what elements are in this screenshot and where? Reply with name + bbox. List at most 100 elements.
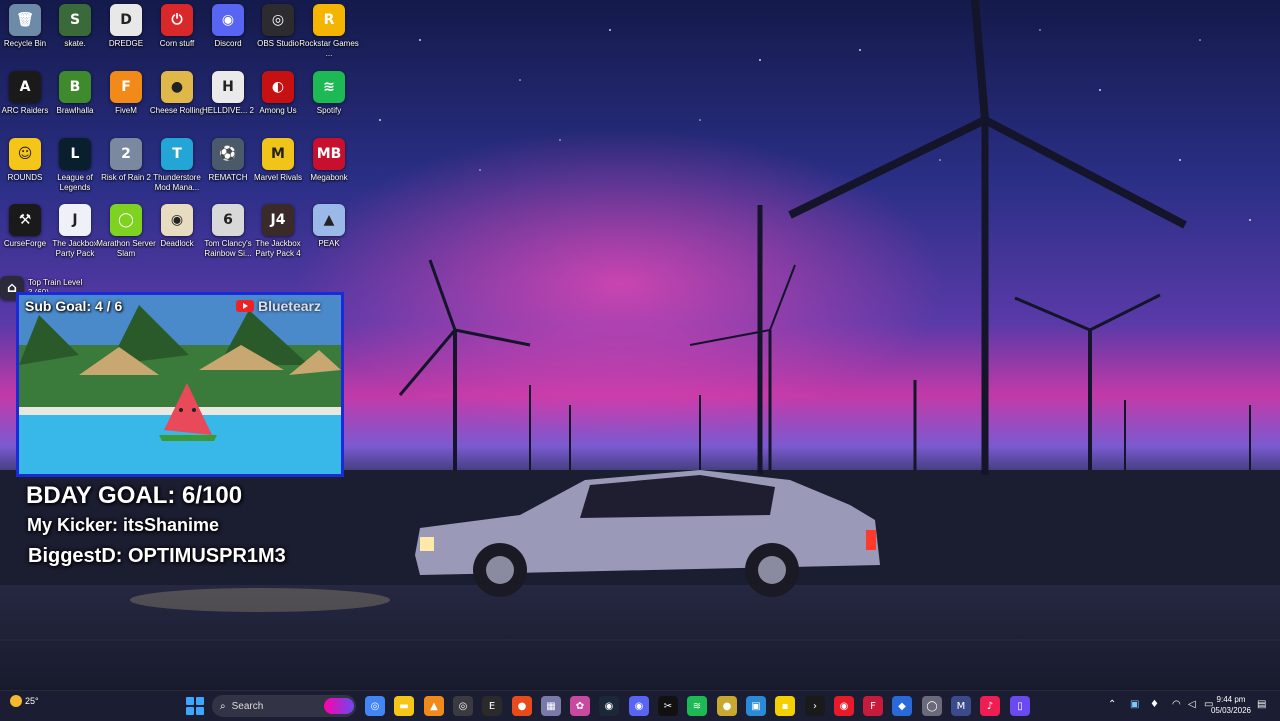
app-icon: B — [59, 71, 91, 103]
microphone-icon[interactable]: ♦ — [1150, 699, 1159, 710]
chrome-icon[interactable]: ◎ — [365, 696, 385, 716]
desktop-icon[interactable]: 6 Tom Clancy's Rainbow Si... — [203, 204, 253, 268]
desktop-icon[interactable]: ◐ Among Us — [253, 71, 303, 135]
app-icon: T — [161, 138, 193, 170]
app-icon: MB — [313, 138, 345, 170]
epic-games-icon[interactable]: E — [482, 696, 502, 716]
phone-link-icon[interactable]: ▯ — [1010, 696, 1030, 716]
megabonk-app-icon[interactable]: M — [951, 696, 971, 716]
desktop-icon[interactable]: M Marvel Rivals — [253, 138, 303, 202]
tray-app-icon[interactable]: ▣ — [1130, 699, 1139, 710]
channel-name: Bluetearz — [257, 298, 321, 314]
desktop-icon[interactable]: ⚽ REMATCH — [203, 138, 253, 202]
app-icon: ⏻ — [161, 4, 193, 36]
desktop-icon[interactable]: Sskate. — [50, 4, 100, 68]
app-icon: ◉ — [161, 204, 193, 236]
app-icon: M — [262, 138, 294, 170]
spiral-app-icon[interactable]: ✿ — [570, 696, 590, 716]
app-icon: ◐ — [262, 71, 294, 103]
record-icon[interactable]: ◉ — [834, 696, 854, 716]
desktop-icon[interactable]: 🗑 Recycle Bin — [0, 4, 50, 68]
app-icon: ≋ — [313, 71, 345, 103]
app-icon: ● — [161, 71, 193, 103]
discord-icon[interactable]: ◉ — [629, 696, 649, 716]
app-icon: ◉ — [212, 4, 244, 36]
app-icon: A — [9, 71, 41, 103]
kicker-text: My Kicker: itsShanime — [27, 515, 220, 535]
taskbar-search[interactable]: ⌕ Search — [212, 695, 356, 717]
volume-icon[interactable]: ◁ — [1188, 699, 1196, 710]
weather-temperature: 25° — [25, 696, 39, 706]
desktop-icon-label: Megabonk — [310, 173, 348, 182]
desktop-icon[interactable]: L League of Legends — [50, 138, 100, 202]
wifi-icon[interactable]: ◠ — [1172, 699, 1181, 710]
spotify-icon[interactable]: ≋ — [687, 696, 707, 716]
app-icon: ⚽ — [212, 138, 244, 170]
app-icon: ☺ — [9, 138, 41, 170]
capcut-icon[interactable]: ✂ — [658, 696, 678, 716]
desktop-icon[interactable]: T Thunderstore Mod Mana... — [152, 138, 202, 202]
desktop-icon[interactable]: R Rockstar Games ... — [299, 4, 359, 68]
app-icon: 🗑 — [9, 4, 41, 36]
app-icon: J — [59, 204, 91, 236]
stream-video-overlay: Sub Goal: 4 / 6 Bluetearz — [16, 292, 344, 477]
clock-time: 9:44 pm — [1216, 695, 1246, 704]
f-app-icon[interactable]: F — [863, 696, 883, 716]
taskbar: 25° ⌕ Search ◎ ▬ ▲ ◎ E ● ▦ ✿ ◉ ◉ ✂ ≋ ● ▣ ▪ › ◉ F ◆ ◯ M ♪ ▯ ⌃ ▣… — [0, 690, 1280, 721]
desktop-icon[interactable]: 2 Risk of Rain 2 — [101, 138, 151, 202]
desktop-icon-label: Spotify — [316, 106, 342, 115]
desktop-icon[interactable]: D DREDGE — [101, 4, 151, 68]
photos-icon[interactable]: ▣ — [746, 696, 766, 716]
search-icon: ⌕ — [220, 700, 226, 712]
desktop-icon[interactable]: ◎ OBS Studio — [253, 4, 303, 68]
notification-icon[interactable]: ▤ — [1257, 699, 1266, 710]
terminal-icon[interactable]: › — [805, 696, 825, 716]
app-icon: 6 — [212, 204, 244, 236]
app-icon: ⚒ — [9, 204, 41, 236]
pool-scene-image — [19, 295, 341, 474]
app-icon: F — [110, 71, 142, 103]
app-icon: D — [110, 4, 142, 36]
desktop-icon[interactable]: F FiveM — [101, 71, 151, 135]
desktop-icon[interactable]: ● Cheese Rolling — [150, 71, 204, 135]
chevron-up-icon[interactable]: ⌃ — [1108, 699, 1116, 710]
sub-goal-counter: Sub Goal: 4 / 6 — [25, 298, 123, 314]
circle-app-icon[interactable]: ◯ — [922, 696, 942, 716]
app-icon: H — [212, 71, 244, 103]
weather-widget[interactable]: 25° — [10, 695, 39, 707]
fire-app-icon[interactable]: ● — [512, 696, 532, 716]
desktop-icon[interactable]: A ARC Raiders — [0, 71, 50, 135]
app-icon: S — [59, 4, 91, 36]
vlc-icon[interactable]: ▲ — [424, 696, 444, 716]
search-label: Search — [231, 700, 264, 712]
desktop-icon[interactable]: B Brawlhalla — [50, 71, 100, 135]
start-button[interactable] — [186, 697, 204, 715]
desktop-icon-label: PEAK — [318, 239, 340, 248]
clock[interactable]: 9:44 pm 05/03/2026 — [1208, 694, 1254, 716]
desktop-icon[interactable]: ▲ PEAK — [304, 204, 354, 268]
diamond-app-icon[interactable]: ◆ — [892, 696, 912, 716]
desktop-icon[interactable]: ≋ Spotify — [304, 71, 354, 135]
desktop-icon[interactable]: MB Megabonk — [304, 138, 354, 202]
clock-date: 05/03/2026 — [1210, 706, 1252, 715]
steam-icon[interactable]: ◉ — [599, 696, 619, 716]
desktop-icon[interactable]: ☺ ROUNDS — [0, 138, 50, 202]
app-icon: ◯ — [110, 204, 142, 236]
bday-goal-text: BDAY GOAL: 6/100 — [26, 482, 243, 509]
desktop-icon[interactable]: ⏻ Corn stuff — [152, 4, 202, 68]
biggest-donor-text: BiggestD: OPTIMUSPR1M3 — [28, 545, 286, 567]
app-icon: ◎ — [262, 4, 294, 36]
desktop-icon[interactable]: ◉ Deadlock — [152, 204, 202, 268]
app-icon: L — [59, 138, 91, 170]
youtube-icon — [235, 300, 254, 312]
desktop-icon[interactable]: ◉ Discord — [203, 4, 253, 68]
tiktok-icon[interactable]: ♪ — [980, 696, 1000, 716]
weather-sun-icon — [10, 695, 22, 707]
app-tile-icon[interactable]: ▦ — [541, 696, 561, 716]
file-explorer-icon[interactable]: ▬ — [394, 696, 414, 716]
obs-icon[interactable]: ◎ — [453, 696, 473, 716]
sticky-notes-icon[interactable]: ▪ — [775, 696, 795, 716]
cheese-app-icon[interactable]: ● — [717, 696, 737, 716]
desktop-icon[interactable]: J4 The Jackbox Party Pack 4 — [253, 204, 303, 268]
desktop-icon[interactable]: H HELLDIVE... 2 — [202, 71, 254, 135]
